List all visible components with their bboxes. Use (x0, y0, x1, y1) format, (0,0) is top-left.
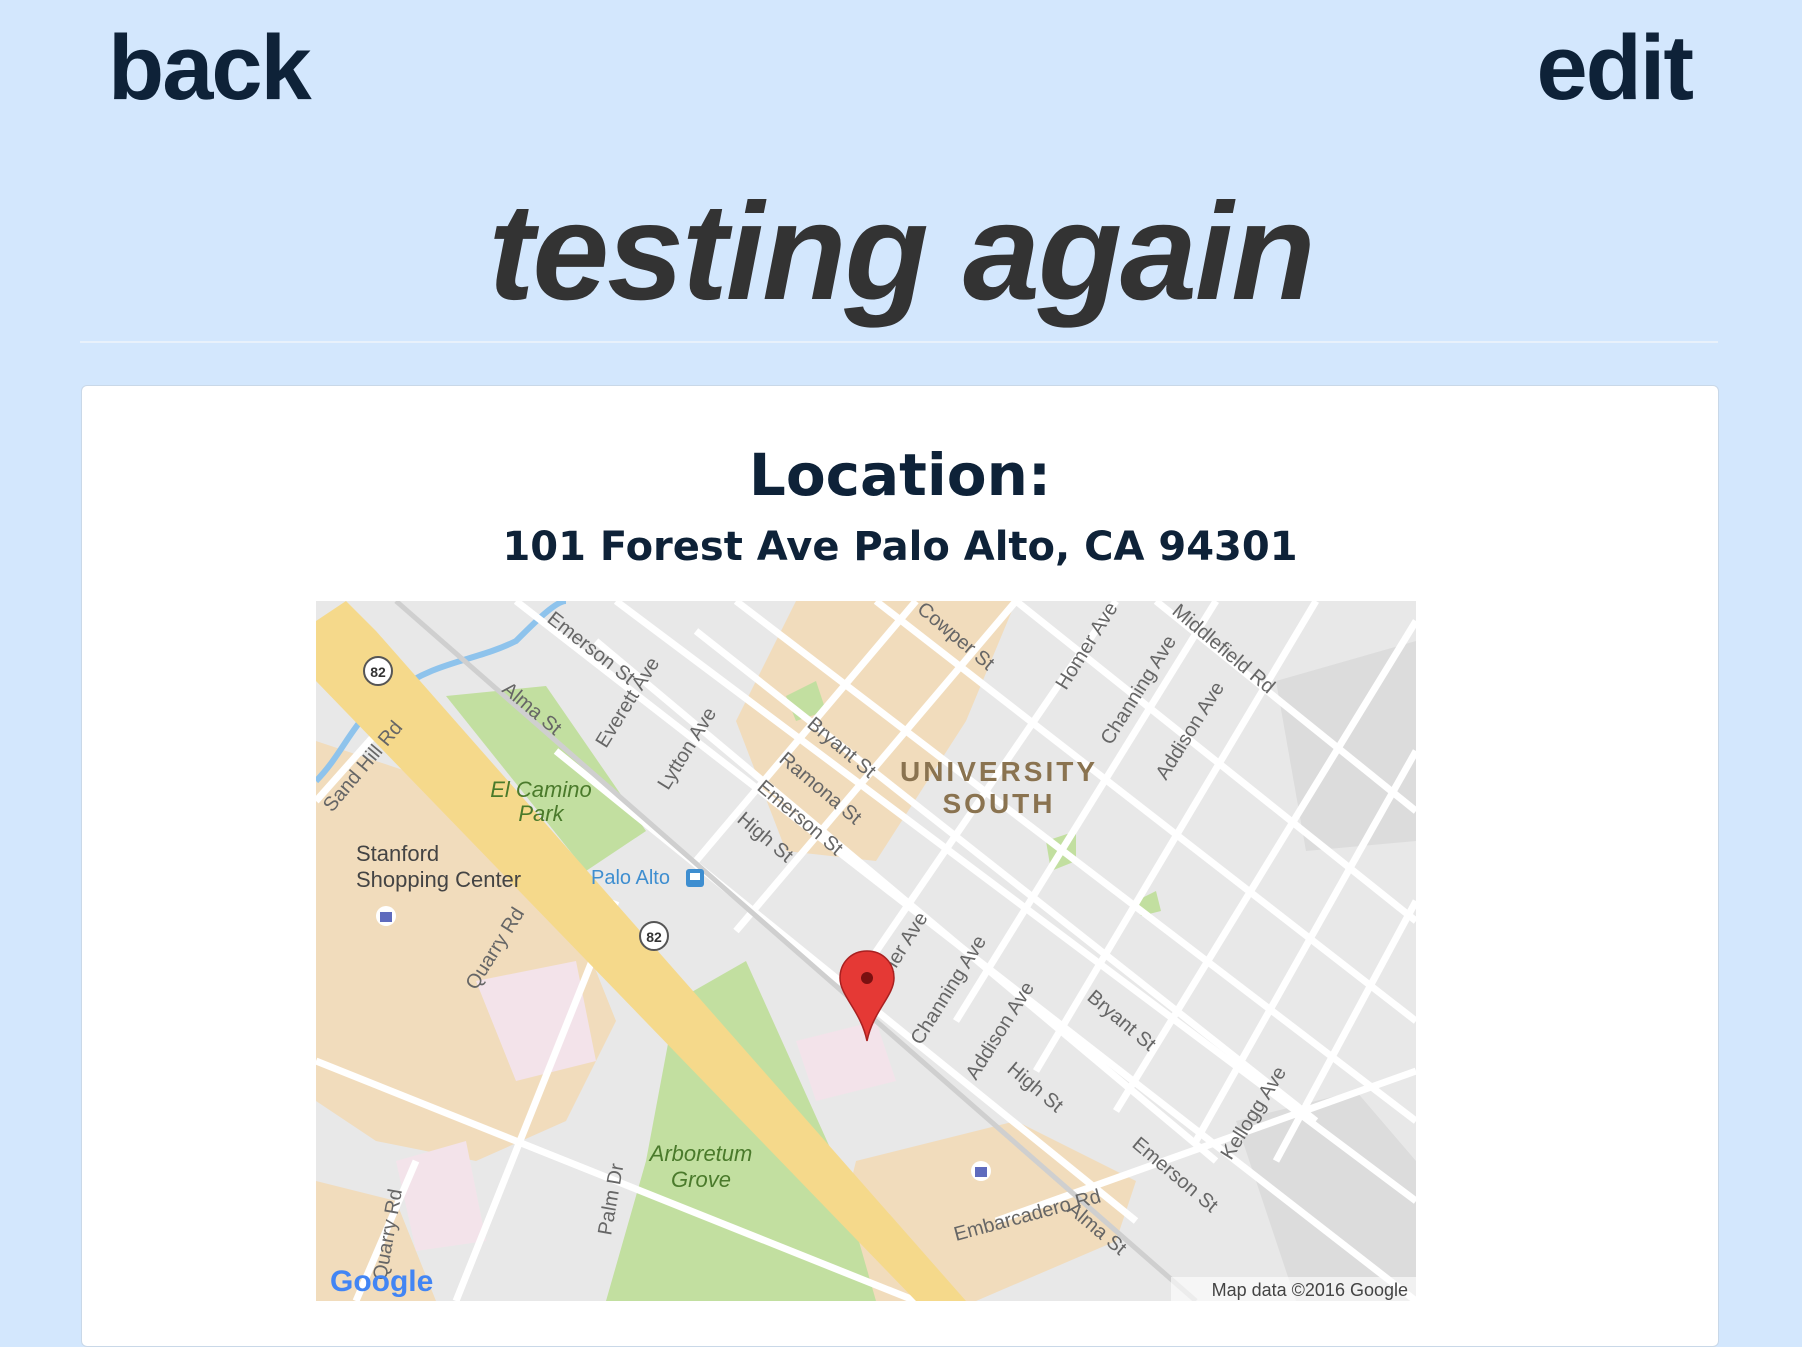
route-shield-label-2: 82 (646, 929, 662, 945)
place-label-university-south: UNIVERSITY (900, 756, 1098, 787)
page-title: testing again (488, 175, 1315, 329)
map-view[interactable]: 82 82 Emerson St Everett Ave Alma St Lyt… (316, 601, 1416, 1301)
route-shield-icon: 82 (363, 656, 393, 686)
place-label-shopping-center: Shopping Center (356, 867, 521, 892)
shopping-bag-icon (971, 1161, 991, 1181)
shopping-bag-icon (376, 906, 396, 926)
train-station-icon (686, 869, 704, 887)
place-label-palo-alto-station: Palo Alto (591, 867, 670, 889)
place-label-university-south-2: SOUTH (943, 788, 1056, 819)
place-label-el-camino-park-2: Park (518, 801, 564, 826)
route-shield-icon: 82 (639, 921, 669, 951)
route-shield-label-1: 82 (370, 664, 386, 680)
place-label-el-camino-park: El Camino (490, 777, 591, 802)
place-label-arboretum: Arboretum (648, 1141, 753, 1166)
edit-link[interactable]: edit (1536, 22, 1694, 114)
back-link[interactable]: back (108, 22, 312, 114)
location-card: Location: 101 Forest Ave Palo Alto, CA 9… (81, 385, 1719, 1347)
location-heading: Location: (748, 441, 1052, 509)
place-label-stanford: Stanford (356, 841, 439, 866)
place-label-grove: Grove (671, 1167, 731, 1192)
location-address: 101 Forest Ave Palo Alto, CA 94301 (502, 524, 1298, 570)
header-divider (80, 341, 1718, 343)
google-logo: Google (330, 1265, 433, 1298)
map-attribution: Map data ©2016 Google (1212, 1280, 1408, 1300)
